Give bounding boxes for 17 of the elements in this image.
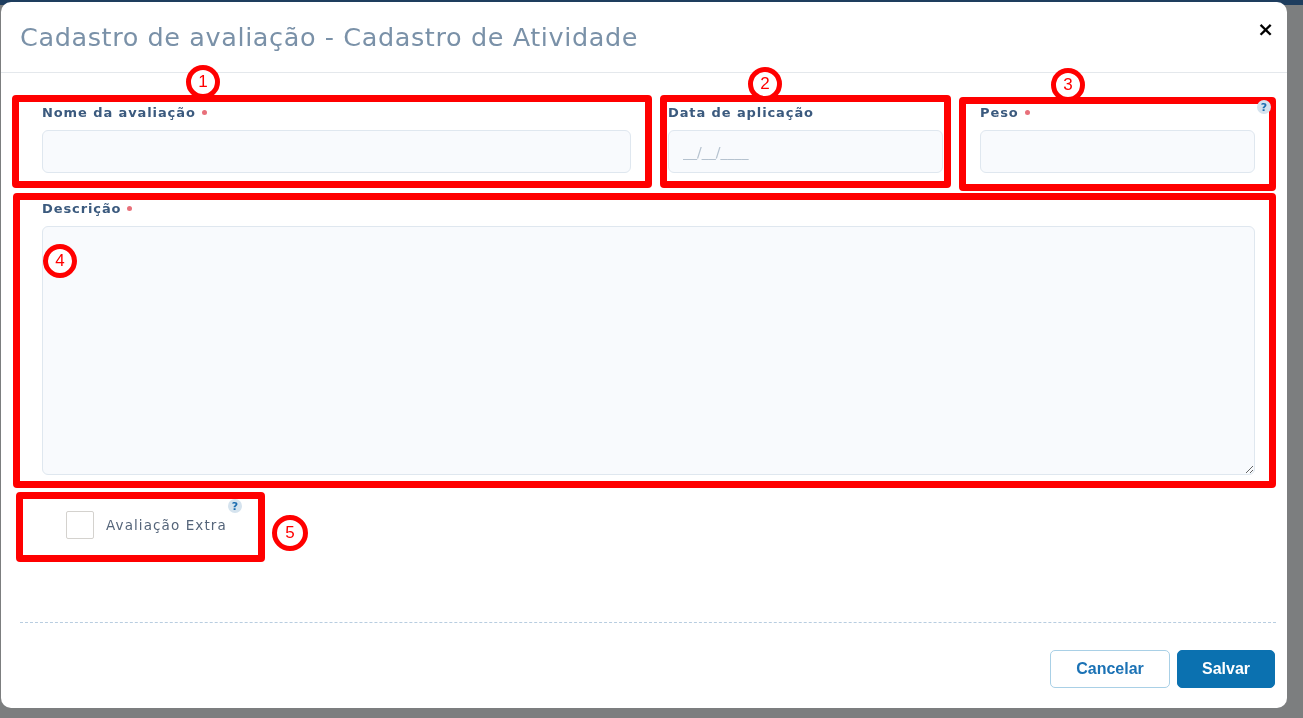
field-label: Nome da avaliação — [42, 104, 196, 120]
text-area[interactable] — [42, 226, 1255, 475]
checkbox[interactable] — [66, 511, 94, 539]
annotation-marker: 5 — [272, 515, 308, 551]
input-field[interactable]: __/__/____ — [668, 130, 943, 173]
cancel-button[interactable]: Cancelar — [1050, 650, 1170, 688]
close-button[interactable]: × — [1256, 19, 1275, 39]
checkbox-label: Avaliação Extra — [106, 517, 227, 533]
field-label: Peso — [980, 104, 1019, 120]
field-label: Descrição — [42, 200, 122, 216]
input-field[interactable] — [980, 130, 1255, 173]
help-icon[interactable]: ? — [228, 499, 242, 513]
field-label: Data de aplicação — [668, 104, 814, 120]
help-icon[interactable]: ? — [1257, 100, 1271, 114]
save-button[interactable]: Salvar — [1177, 650, 1275, 688]
input-field[interactable] — [42, 130, 631, 173]
dialog-title: Cadastro de avaliação - Cadastro de Atividade — [20, 22, 639, 52]
